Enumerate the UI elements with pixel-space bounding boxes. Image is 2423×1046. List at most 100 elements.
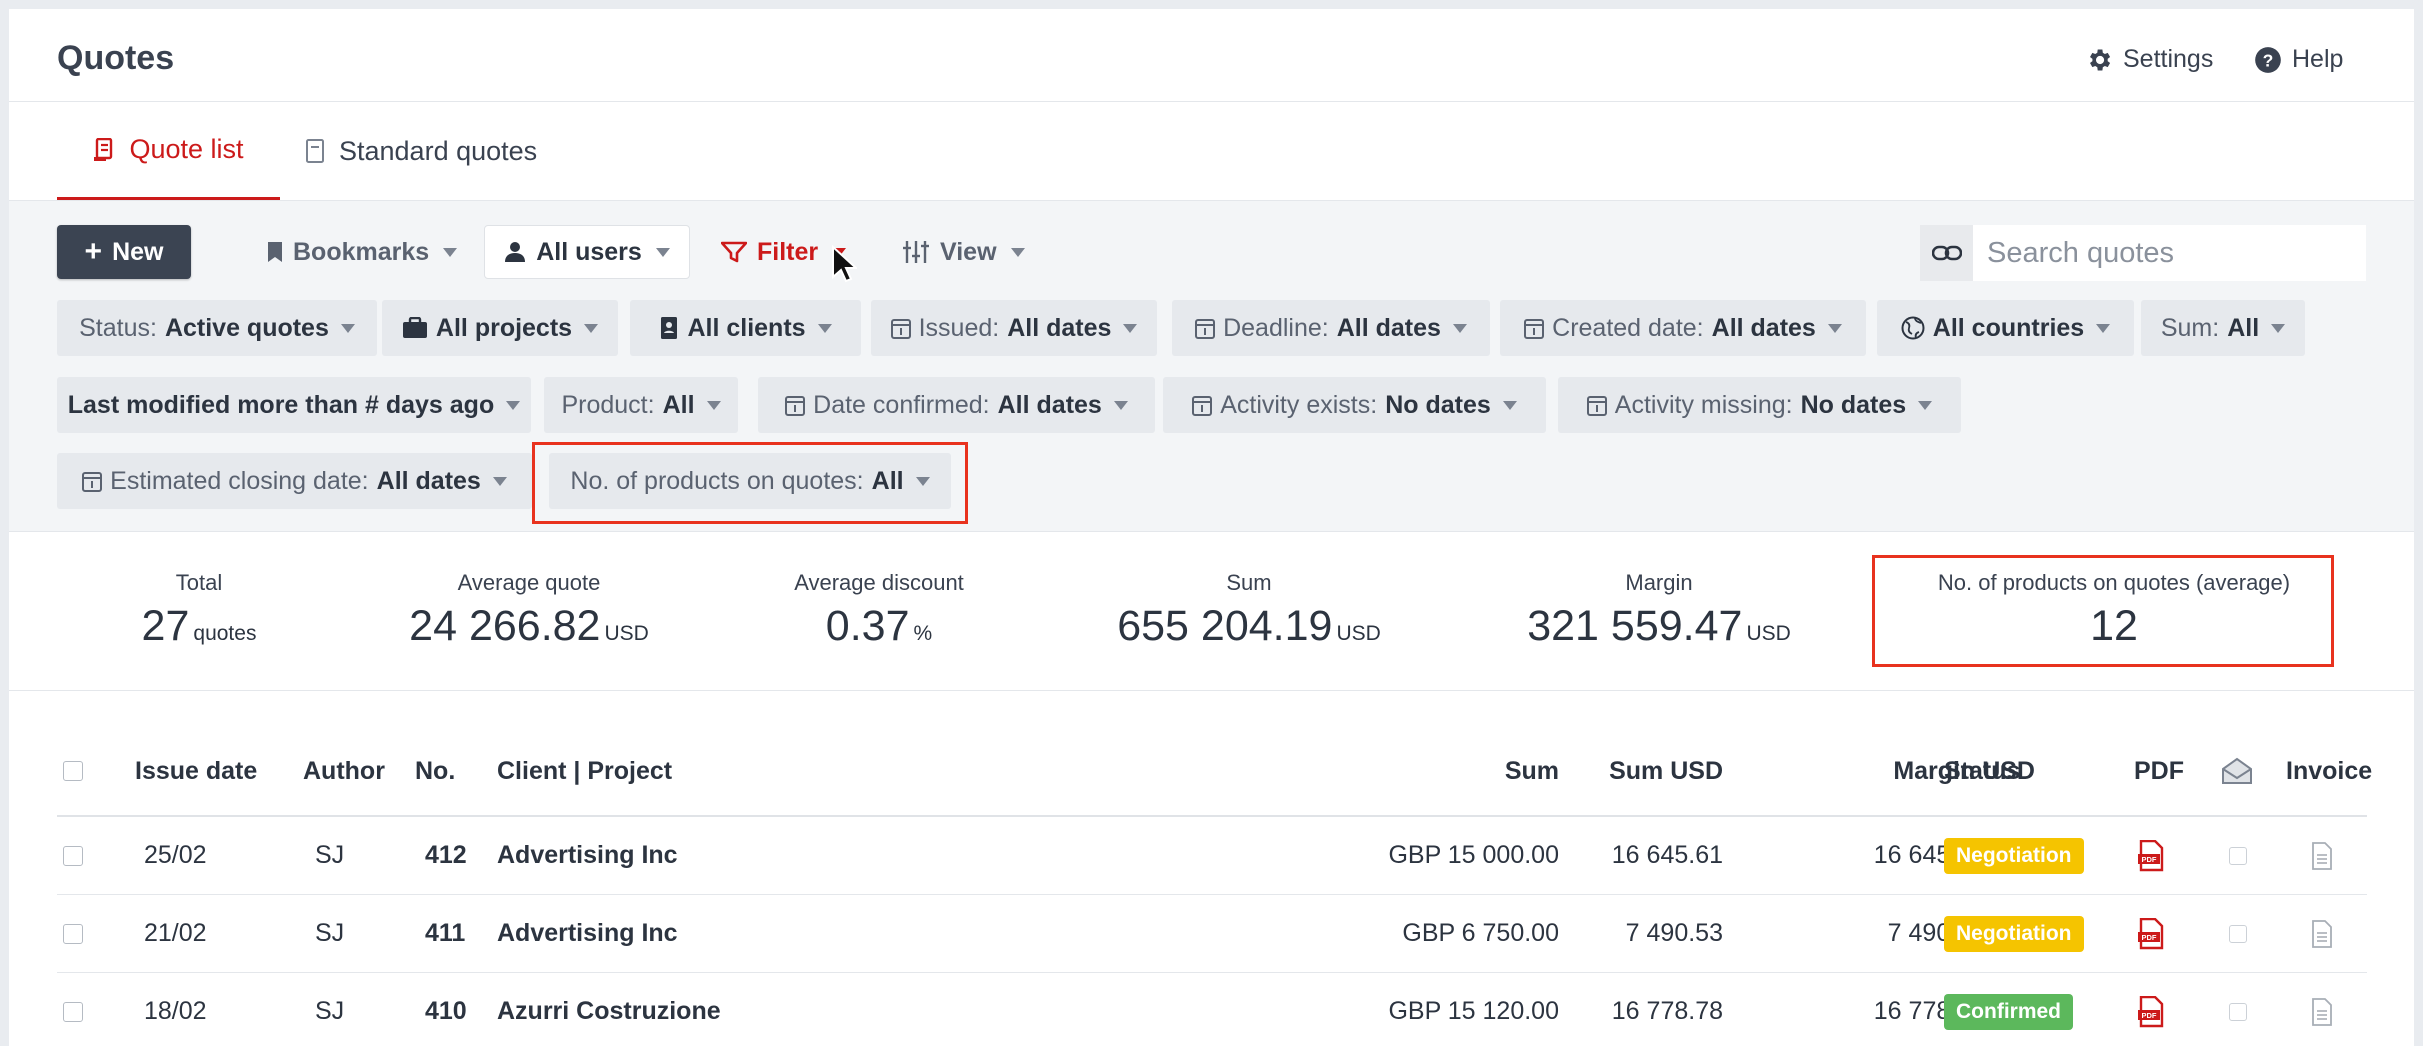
deadline-filter-chip[interactable]: Deadline: All dates (1172, 300, 1490, 356)
stat-avg-products: No. of products on quotes (average) 12 (1884, 570, 2344, 651)
estimated-closing-filter-chip[interactable]: Estimated closing date: All dates (57, 453, 532, 509)
row-checkbox[interactable] (63, 923, 83, 944)
users-label: All users (536, 237, 642, 266)
invoice-icon[interactable] (2311, 841, 2333, 870)
product-filter-chip[interactable]: Product: All (544, 377, 738, 433)
col-no[interactable]: No. (415, 727, 455, 815)
stat-sum: Sum 655 204.19 USD (1089, 570, 1409, 651)
deadline-filter-label: Deadline: (1223, 313, 1329, 342)
invoice-icon[interactable] (2311, 919, 2333, 948)
created-date-filter-value: All dates (1711, 313, 1816, 342)
view-dropdown[interactable]: View (902, 225, 1025, 279)
activity-missing-filter-chip[interactable]: Activity missing: No dates (1558, 377, 1961, 433)
sliders-icon (903, 241, 929, 263)
filter-button[interactable]: Filter (721, 225, 847, 279)
table-row[interactable]: 25/02 SJ 412 Advertising Inc GBP 15 000.… (57, 817, 2367, 895)
countries-filter-chip[interactable]: All countries (1877, 300, 2134, 356)
email-checkbox[interactable] (2229, 924, 2247, 943)
activity-missing-filter-label: Activity missing: (1614, 390, 1793, 419)
col-email[interactable] (2221, 727, 2253, 815)
status-badge[interactable]: Negotiation (1944, 915, 2084, 952)
col-client-project[interactable]: Client | Project (497, 727, 672, 815)
product-filter-value: All (662, 390, 695, 419)
tab-bar: Quote list Standard quotes (9, 102, 2414, 201)
chevron-down-icon (706, 400, 721, 410)
issued-filter-chip[interactable]: Issued: All dates (871, 300, 1157, 356)
stat-margin-unit: USD (1746, 622, 1791, 645)
last-modified-filter-chip[interactable]: Last modified more than # days ago (57, 377, 531, 433)
cell-client[interactable]: Azurri Costruzione (497, 973, 721, 1046)
svg-text:PDF: PDF (2142, 1011, 2157, 1020)
date-confirmed-filter-label: Date confirmed: (813, 390, 990, 419)
new-quote-button[interactable]: + New (57, 225, 191, 279)
cell-sum: GBP 15 120.00 (1388, 997, 1559, 1025)
col-issue-date[interactable]: Issue date (135, 727, 257, 815)
calendar-icon (785, 396, 806, 416)
help-link[interactable]: ? Help (2254, 45, 2343, 74)
chevron-down-icon (2096, 323, 2111, 333)
status-badge[interactable]: Negotiation (1944, 837, 2084, 874)
col-sum[interactable]: Sum (1257, 727, 1559, 815)
table-row[interactable]: 21/02 SJ 411 Advertising Inc GBP 6 750.0… (57, 895, 2367, 973)
status-filter-chip[interactable]: Status: Active quotes (57, 300, 377, 356)
date-confirmed-filter-chip[interactable]: Date confirmed: All dates (758, 377, 1155, 433)
clients-filter-value: All clients (687, 313, 806, 342)
cell-client[interactable]: Advertising Inc (497, 817, 678, 894)
help-icon: ? (2255, 46, 2281, 73)
calendar-icon (890, 319, 911, 339)
stat-avg-products-value: 12 (2090, 602, 2138, 650)
filter-label: Filter (757, 237, 819, 266)
col-pdf[interactable]: PDF (2134, 727, 2184, 815)
cell-no[interactable]: 412 (425, 817, 467, 894)
select-all-checkbox[interactable] (63, 761, 83, 781)
cell-no[interactable]: 410 (425, 973, 467, 1046)
chevron-down-icon (443, 247, 458, 257)
settings-link[interactable]: Settings (2085, 45, 2213, 74)
clients-filter-chip[interactable]: All clients (630, 300, 861, 356)
search-input[interactable] (1973, 226, 2366, 280)
table-row[interactable]: 18/02 SJ 410 Azurri Costruzione GBP 15 1… (57, 973, 2367, 1046)
pdf-icon[interactable]: PDF (2137, 917, 2165, 950)
new-label: New (112, 237, 164, 266)
pdf-icon[interactable]: PDF (2137, 995, 2165, 1028)
chevron-down-icon (915, 476, 930, 486)
sum-filter-chip[interactable]: Sum: All (2141, 300, 2305, 356)
col-invoice[interactable]: Invoice (2286, 727, 2372, 815)
created-date-filter-chip[interactable]: Created date: All dates (1500, 300, 1866, 356)
link-button[interactable] (1920, 225, 1973, 281)
email-checkbox[interactable] (2229, 1002, 2247, 1021)
status-badge[interactable]: Confirmed (1944, 993, 2073, 1030)
tab-quote-list[interactable]: Quote list (57, 102, 280, 200)
last-modified-filter-value: Last modified more than # days ago (67, 390, 495, 419)
cell-no[interactable]: 411 (425, 895, 465, 972)
cell-author: SJ (315, 841, 345, 869)
row-checkbox[interactable] (63, 1001, 83, 1022)
tab-standard-quotes[interactable]: Standard quotes (305, 102, 537, 200)
quote-list-icon (94, 137, 113, 161)
row-checkbox[interactable] (63, 845, 83, 866)
cell-sum-usd: 16 645.61 (1611, 841, 1723, 869)
page-header: Quotes Settings ? Help (9, 9, 2414, 102)
email-checkbox[interactable] (2229, 846, 2247, 865)
num-products-filter-chip[interactable]: No. of products on quotes: All (549, 453, 951, 509)
users-dropdown[interactable]: All users (484, 225, 690, 279)
chevron-down-icon (492, 476, 507, 486)
invoice-icon[interactable] (2311, 997, 2333, 1026)
activity-exists-filter-chip[interactable]: Activity exists: No dates (1163, 377, 1546, 433)
col-author[interactable]: Author (303, 727, 385, 815)
stat-total-unit: quotes (193, 622, 257, 645)
app-window: Quotes Settings ? Help Quote list Standa… (9, 9, 2414, 1046)
col-status[interactable]: Status (1944, 727, 2020, 815)
chevron-down-icon (1010, 247, 1025, 257)
envelope-icon (2222, 757, 2252, 784)
chevron-down-icon (2271, 323, 2286, 333)
pdf-icon[interactable]: PDF (2137, 839, 2165, 872)
sum-filter-value: All (2227, 313, 2260, 342)
chevron-down-icon (1452, 323, 1467, 333)
countries-filter-value: All countries (1932, 313, 2085, 342)
bookmarks-dropdown[interactable]: Bookmarks (267, 225, 458, 279)
col-sum-usd[interactable]: Sum USD (1557, 727, 1723, 815)
status-filter-value: Active quotes (164, 313, 329, 342)
projects-filter-chip[interactable]: All projects (382, 300, 618, 356)
cell-client[interactable]: Advertising Inc (497, 895, 678, 972)
